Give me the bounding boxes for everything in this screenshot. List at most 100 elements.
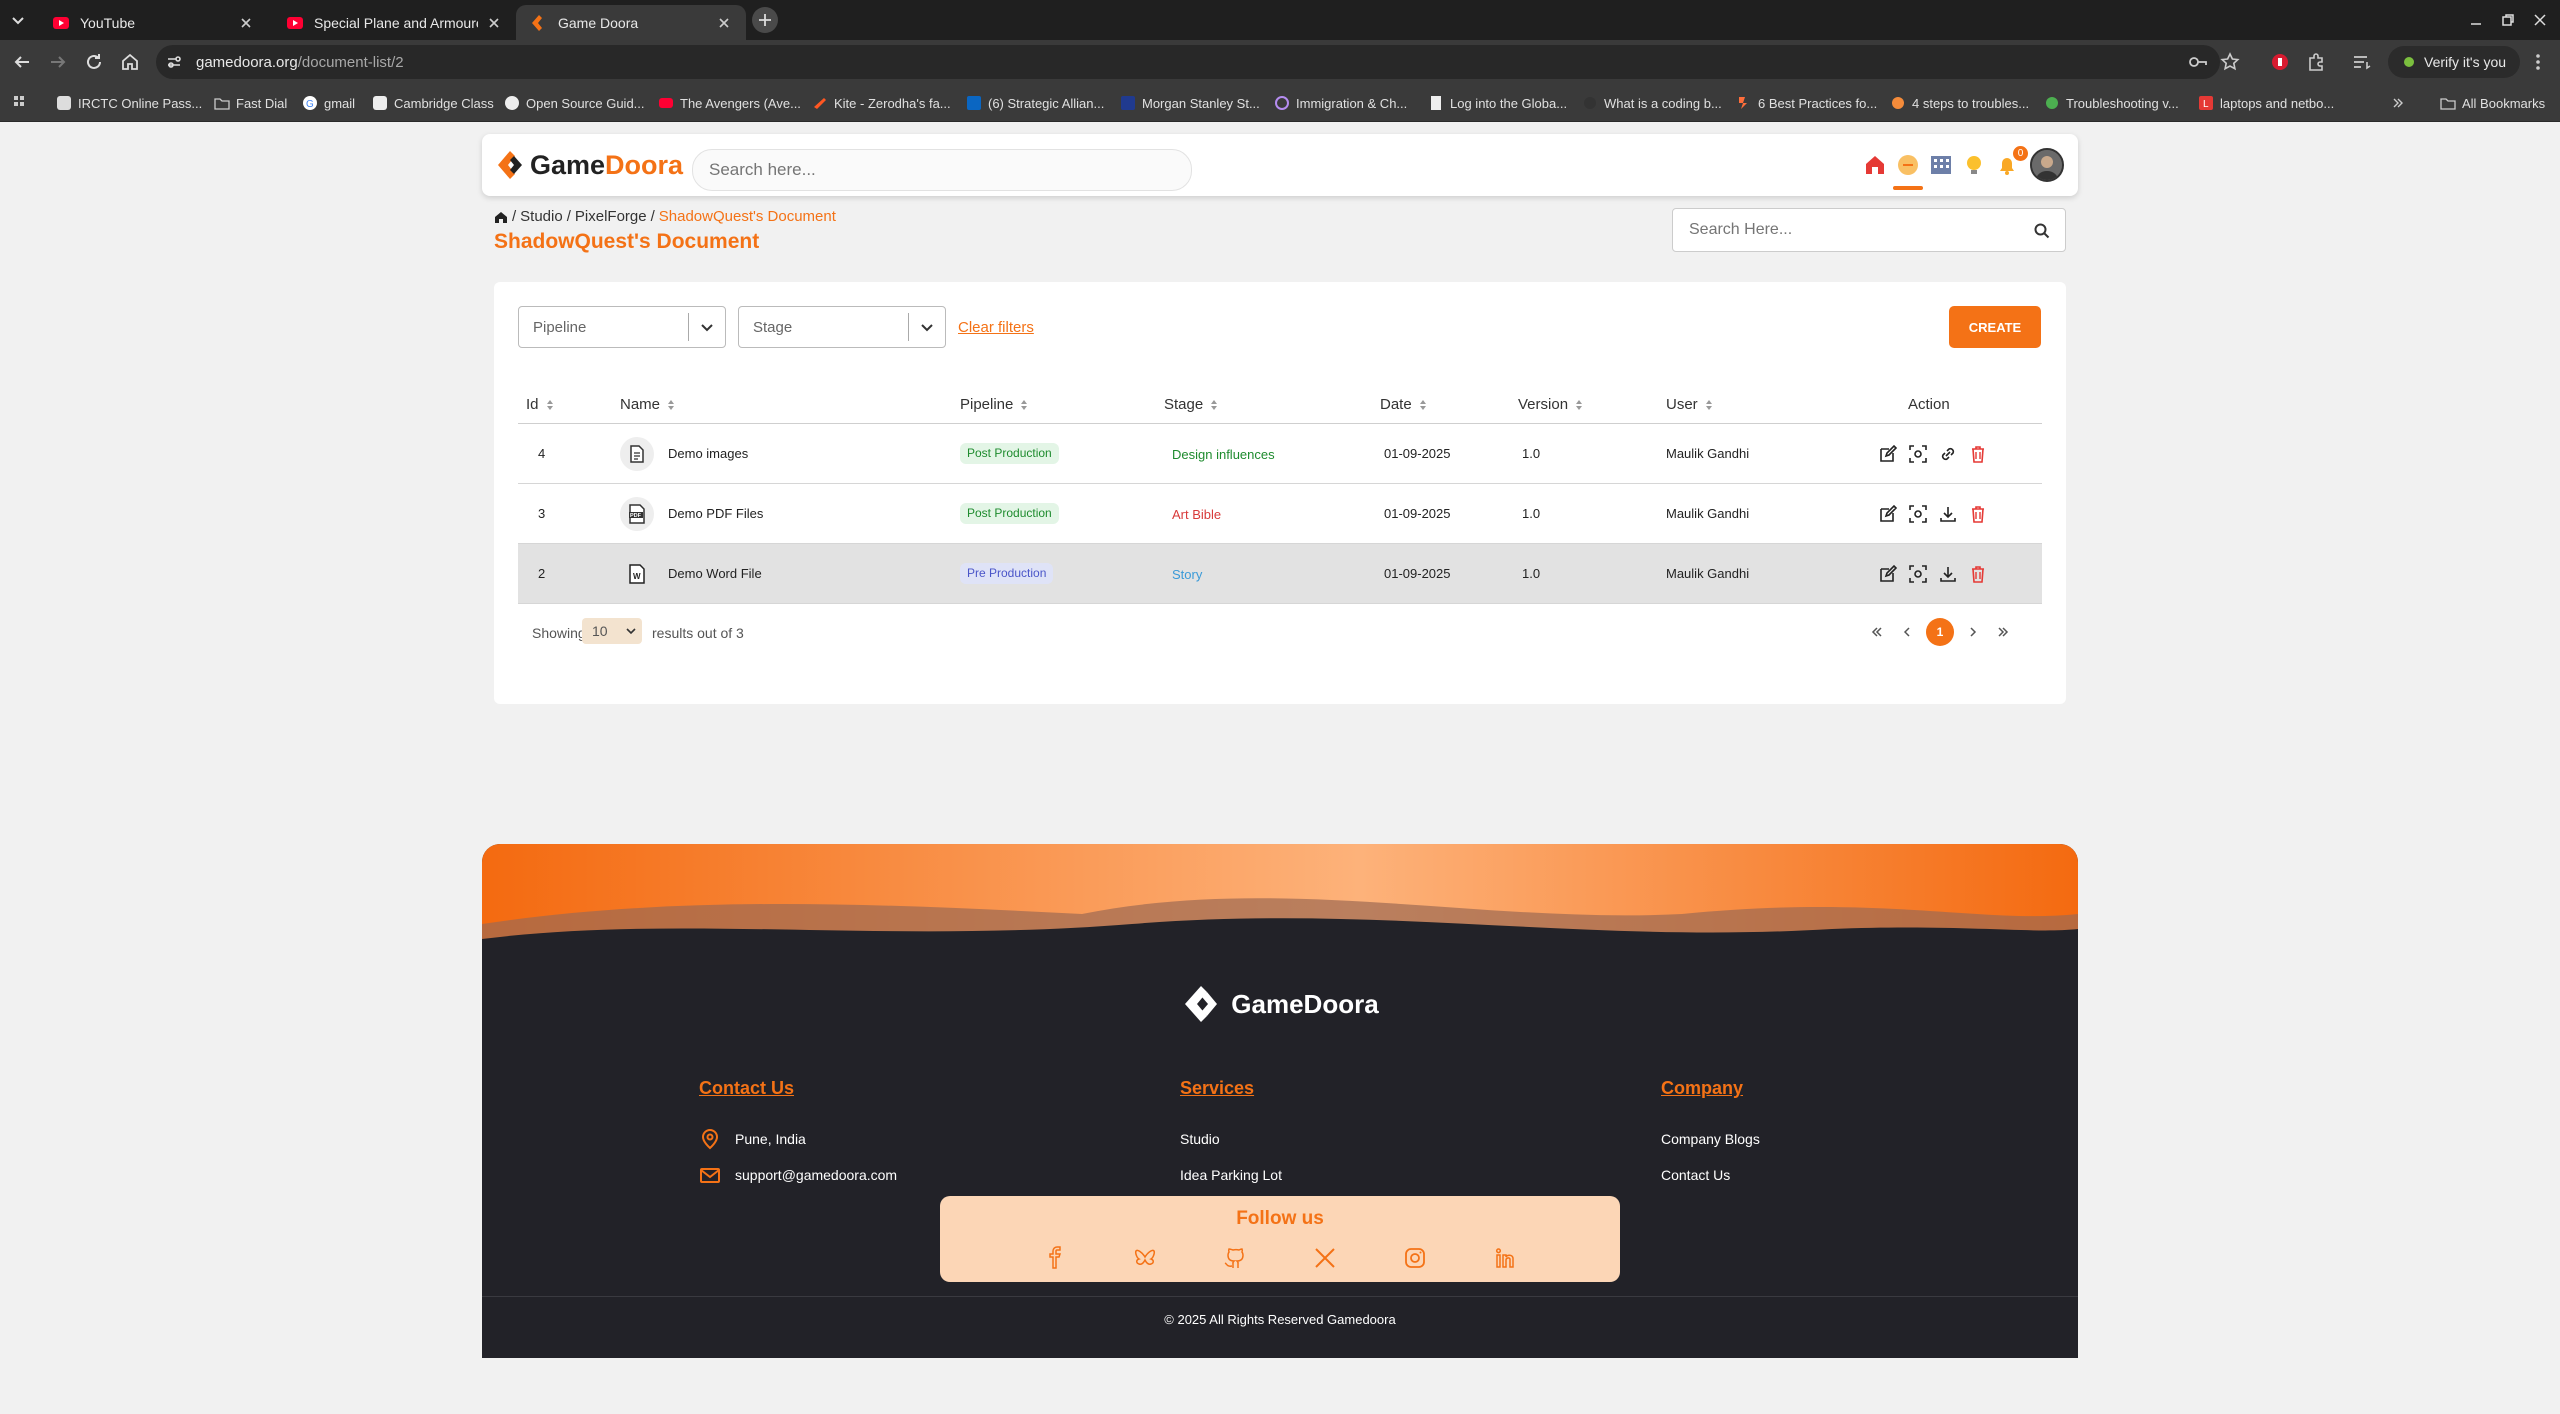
bookmark-coding[interactable]: What is a coding b... <box>1582 93 1722 113</box>
bookmark-irctc[interactable]: IRCTC Online Pass... <box>56 93 202 113</box>
column-name[interactable]: Name <box>620 396 675 413</box>
edit-icon[interactable] <box>1878 444 1898 464</box>
bookmark-immigration[interactable]: Immigration & Ch... <box>1274 93 1407 113</box>
next-page-button[interactable] <box>1962 621 1984 643</box>
company-heading[interactable]: Company <box>1661 1078 1760 1099</box>
close-icon[interactable] <box>238 15 254 31</box>
footer-link-idea-parking-lot[interactable]: Idea Parking Lot <box>1180 1157 1282 1193</box>
browser-tab-gamedoora[interactable]: Game Doora <box>516 5 746 40</box>
bookmark-avengers[interactable]: The Avengers (Ave... <box>658 93 801 113</box>
edit-icon[interactable] <box>1878 504 1898 524</box>
gamedoora-logo[interactable]: GameDoora <box>496 148 683 182</box>
stage-dropdown[interactable] <box>909 307 945 347</box>
footer-link-contact-us[interactable]: Contact Us <box>1661 1157 1760 1193</box>
footer-link-company-blogs[interactable]: Company Blogs <box>1661 1121 1760 1157</box>
all-bookmarks[interactable]: All Bookmarks <box>2440 93 2545 113</box>
linkedin-icon[interactable] <box>1493 1246 1517 1270</box>
address-bar[interactable]: gamedoora.org/document-list/2 <box>156 45 2220 79</box>
bookmark-best-practices[interactable]: 6 Best Practices fo... <box>1736 93 1877 113</box>
column-date[interactable]: Date <box>1380 396 1427 413</box>
row-name[interactable]: Demo Word File <box>668 566 762 581</box>
home-icon[interactable] <box>494 210 508 224</box>
bookmark-cambridge[interactable]: Cambridge Class <box>372 93 494 113</box>
pipeline-filter[interactable]: Pipeline <box>518 306 726 348</box>
avatar[interactable] <box>2030 148 2064 182</box>
reload-icon[interactable] <box>82 50 106 74</box>
stage-filter[interactable]: Stage <box>738 306 946 348</box>
table-row[interactable]: 4 Demo images Post Production Design inf… <box>518 424 2042 484</box>
column-stage[interactable]: Stage <box>1164 396 1218 413</box>
bookmark-laptops[interactable]: Llaptops and netbo... <box>2198 93 2334 113</box>
footer-email[interactable]: support@gamedoora.com <box>699 1157 897 1193</box>
facebook-icon[interactable] <box>1043 1246 1067 1270</box>
row-name[interactable]: Demo images <box>668 446 748 461</box>
apps-grid-icon[interactable] <box>12 93 30 113</box>
password-key-icon[interactable] <box>2186 50 2210 74</box>
footer-logo[interactable]: GameDoora <box>482 982 2078 1026</box>
footer-link-studio[interactable]: Studio <box>1180 1121 1282 1157</box>
download-icon[interactable] <box>1938 564 1958 584</box>
bookmark-star-icon[interactable] <box>2218 50 2242 74</box>
contact-heading[interactable]: Contact Us <box>699 1078 897 1099</box>
preview-icon[interactable] <box>1908 504 1928 524</box>
github-icon[interactable] <box>1223 1246 1247 1270</box>
site-info-icon[interactable] <box>164 52 184 72</box>
chevron-right-double-icon[interactable] <box>2390 93 2406 113</box>
bookmark-gmail[interactable]: Ggmail <box>302 93 355 113</box>
services-heading[interactable]: Services <box>1180 1078 1282 1099</box>
document-search-input[interactable] <box>1673 209 2003 251</box>
menu-dots-icon[interactable] <box>2526 50 2550 74</box>
media-queue-icon[interactable] <box>2350 50 2374 74</box>
tab-search-icon[interactable] <box>6 8 30 32</box>
bookmark-kite[interactable]: Kite - Zerodha's fa... <box>812 93 951 113</box>
preview-icon[interactable] <box>1908 444 1928 464</box>
minimize-icon[interactable] <box>2466 10 2486 30</box>
close-window-icon[interactable] <box>2530 10 2550 30</box>
bookmark-troubleshoot[interactable]: 4 steps to troubles... <box>1890 93 2029 113</box>
nav-home[interactable] <box>1862 152 1888 178</box>
browser-tab-youtube[interactable]: YouTube <box>38 5 268 40</box>
column-version[interactable]: Version <box>1518 396 1583 413</box>
first-page-button[interactable] <box>1866 621 1888 643</box>
prev-page-button[interactable] <box>1896 621 1918 643</box>
breadcrumb-pixelforge[interactable]: PixelForge <box>575 208 647 225</box>
nav-ideas[interactable] <box>1893 152 1923 190</box>
verify-profile-button[interactable]: Verify it's you <box>2388 46 2521 78</box>
bookmark-strategic[interactable]: (6) Strategic Allian... <box>966 93 1104 113</box>
bookmark-fast-dial[interactable]: Fast Dial <box>214 93 287 113</box>
preview-icon[interactable] <box>1908 564 1928 584</box>
home-icon[interactable] <box>118 50 142 74</box>
page-number-current[interactable]: 1 <box>1926 618 1954 646</box>
bluesky-icon[interactable] <box>1133 1246 1157 1270</box>
row-name[interactable]: Demo PDF Files <box>668 506 763 521</box>
per-page-select[interactable]: 10 <box>582 618 642 644</box>
link-icon[interactable] <box>1938 444 1958 464</box>
new-tab-button[interactable] <box>752 7 778 33</box>
create-button[interactable]: CREATE <box>1949 306 2041 348</box>
x-icon[interactable] <box>1313 1246 1337 1270</box>
close-icon[interactable] <box>716 15 732 31</box>
breadcrumb-studio[interactable]: Studio <box>520 208 563 225</box>
close-icon[interactable] <box>486 15 502 31</box>
download-icon[interactable] <box>1938 504 1958 524</box>
forward-icon[interactable] <box>46 50 70 74</box>
column-id[interactable]: Id <box>526 396 554 413</box>
bookmark-open-source[interactable]: Open Source Guid... <box>504 93 645 113</box>
nav-idea-lightbulb[interactable] <box>1961 152 1987 178</box>
column-user[interactable]: User <box>1666 396 1713 413</box>
search-icon[interactable] <box>2033 222 2051 240</box>
instagram-icon[interactable] <box>1403 1246 1427 1270</box>
browser-tab-special-plane[interactable]: Special Plane and Armoured <box>272 5 516 40</box>
nav-notifications[interactable]: 0 <box>1994 146 2028 178</box>
extensions-icon[interactable] <box>2304 50 2328 74</box>
restore-icon[interactable] <box>2498 10 2518 30</box>
last-page-button[interactable] <box>1992 621 2014 643</box>
bookmark-troubleshooting[interactable]: Troubleshooting v... <box>2044 93 2179 113</box>
nav-studio[interactable] <box>1928 152 1954 178</box>
edit-icon[interactable] <box>1878 564 1898 584</box>
bookmark-global[interactable]: Log into the Globa... <box>1428 93 1567 113</box>
table-row[interactable]: 3 PDF Demo PDF Files Post Production Art… <box>518 484 2042 544</box>
global-search-input[interactable] <box>692 149 1192 191</box>
bookmark-morgan-stanley[interactable]: Morgan Stanley St... <box>1120 93 1260 113</box>
delete-icon[interactable] <box>1968 444 1988 464</box>
